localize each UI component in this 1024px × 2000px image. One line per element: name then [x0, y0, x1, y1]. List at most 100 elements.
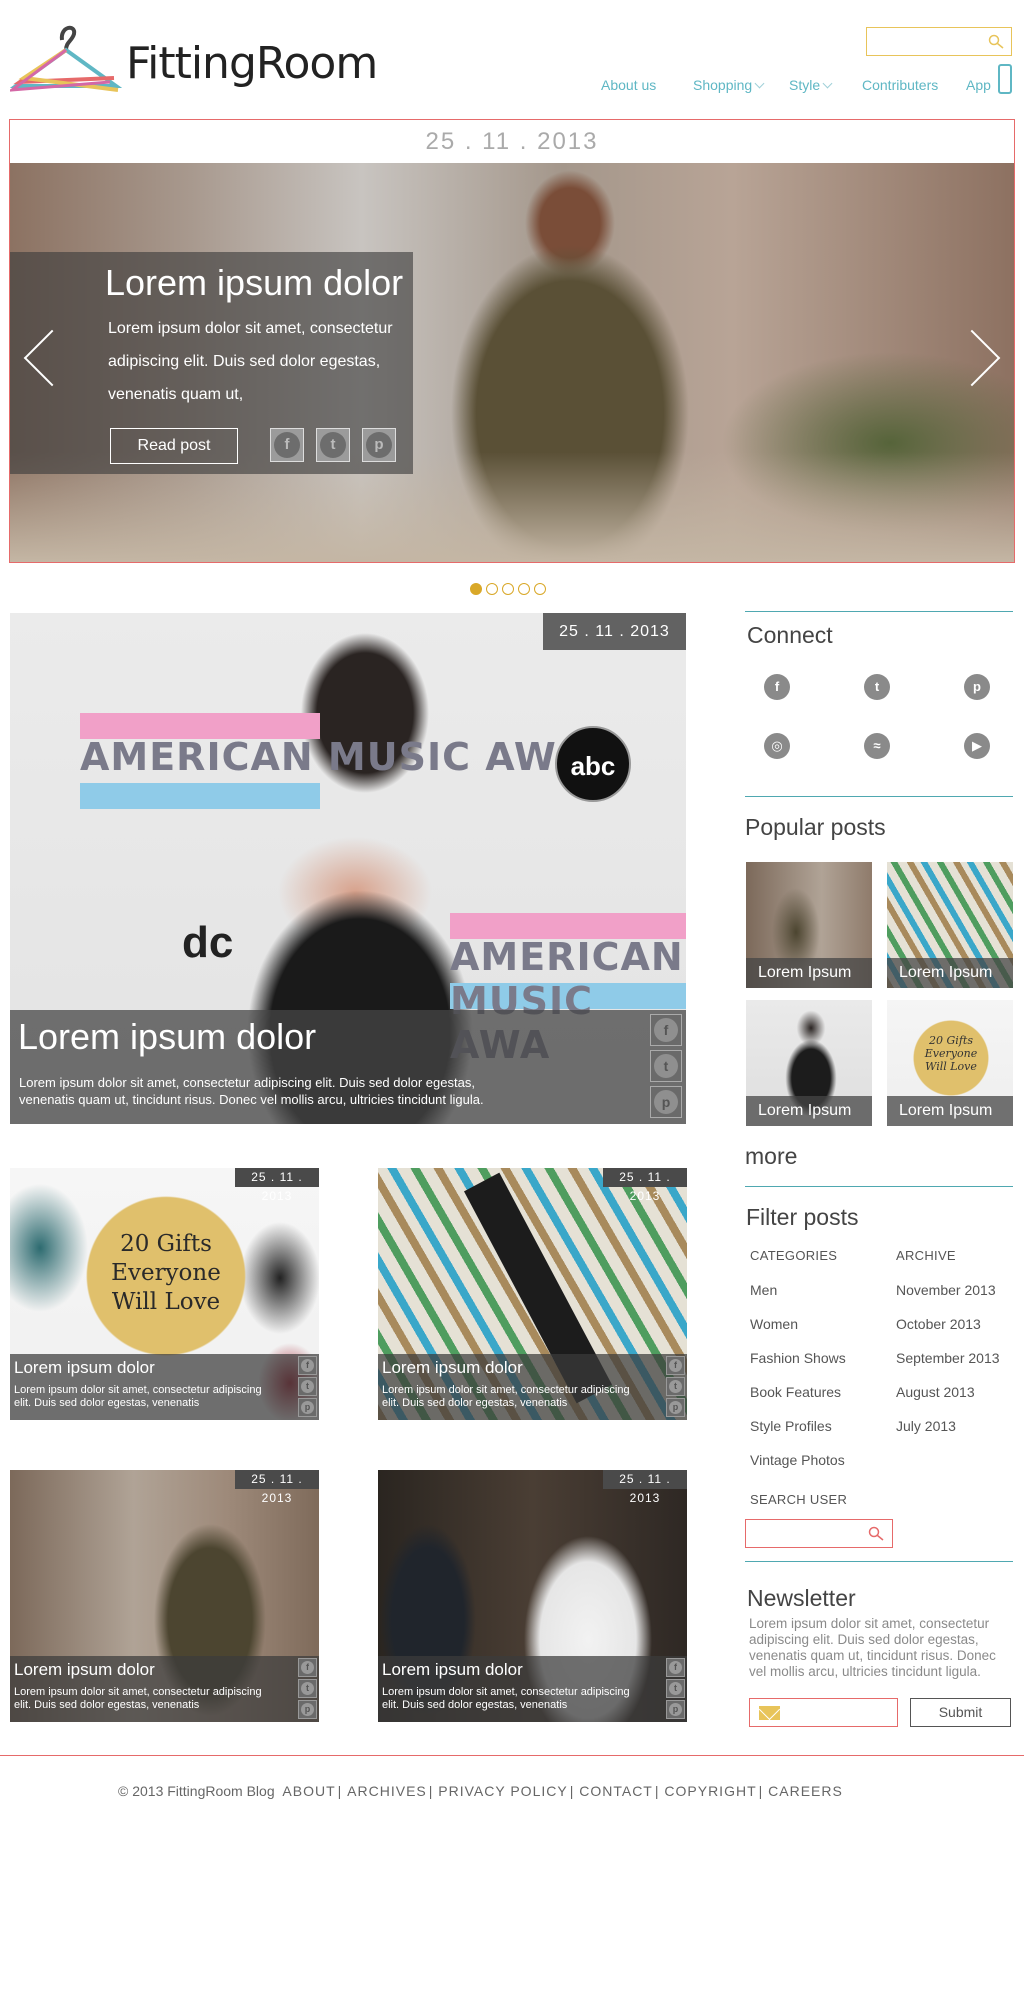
nav-style[interactable]: Style — [789, 77, 833, 93]
slide-dot-3[interactable] — [502, 583, 514, 595]
post-title[interactable]: Lorem ipsum dolor — [18, 1016, 316, 1058]
twitter-share-button[interactable]: t — [298, 1377, 317, 1396]
twitter-share-button[interactable]: t — [666, 1679, 685, 1698]
slide-dot-5[interactable] — [534, 583, 546, 595]
search-user-input[interactable] — [745, 1519, 893, 1548]
slide-dot-4[interactable] — [518, 583, 530, 595]
facebook-icon: f — [654, 1018, 678, 1042]
pinterest-share-button[interactable]: p — [650, 1086, 682, 1118]
archive-link[interactable]: November 2013 — [896, 1282, 996, 1298]
twitter-share-button[interactable]: t — [316, 428, 350, 462]
search-input[interactable] — [866, 27, 1012, 56]
pinterest-share-button[interactable]: p — [666, 1398, 685, 1417]
archive-header: ARCHIVE — [896, 1248, 956, 1263]
post-card[interactable]: 25 . 11 . 2013 Lorem ipsum dolor Lorem i… — [378, 1470, 687, 1722]
popular-post[interactable]: Lorem Ipsum — [746, 862, 872, 988]
slide-dots — [470, 582, 550, 596]
popular-post-label: Lorem Ipsum — [887, 958, 1013, 988]
newsletter-text: Lorem ipsum dolor sit amet, consectetur … — [749, 1616, 996, 1679]
divider — [745, 1186, 1013, 1187]
facebook-share-button[interactable]: f — [298, 1658, 317, 1677]
envelope-icon — [759, 1706, 780, 1720]
facebook-share-button[interactable]: f — [298, 1356, 317, 1375]
hero-date: 25 . 11 . 2013 — [10, 120, 1014, 163]
nav-shopping[interactable]: Shopping — [693, 77, 765, 93]
post-excerpt: Lorem ipsum dolor sit amet, consectetur … — [382, 1686, 630, 1711]
twitter-icon[interactable]: t — [864, 674, 890, 700]
popular-post[interactable]: Lorem Ipsum — [746, 1000, 872, 1126]
category-link[interactable]: Vintage Photos — [750, 1452, 845, 1468]
instagram-icon[interactable]: ◎ — [764, 733, 790, 759]
twitter-icon: t — [320, 432, 346, 458]
post-excerpt: Lorem ipsum dolor sit amet, consectetur … — [14, 1384, 262, 1409]
hero-title: Lorem ipsum dolor — [105, 262, 404, 303]
post-title[interactable]: Lorem ipsum dolor — [14, 1660, 155, 1680]
submit-button[interactable]: Submit — [910, 1698, 1011, 1727]
post-title[interactable]: Lorem ipsum dolor — [382, 1358, 523, 1378]
nav-contributers[interactable]: Contributers — [862, 77, 938, 93]
footer-link-careers[interactable]: CAREERS — [768, 1783, 843, 1799]
archive-link[interactable]: October 2013 — [896, 1316, 981, 1332]
search-icon[interactable] — [867, 1525, 885, 1543]
popular-post[interactable]: Lorem Ipsum — [887, 862, 1013, 988]
pinterest-share-button[interactable]: p — [298, 1398, 317, 1417]
pinterest-icon: p — [654, 1090, 678, 1114]
filter-posts-heading: Filter posts — [746, 1204, 859, 1230]
newsletter-email-field[interactable] — [749, 1698, 898, 1727]
next-slide-arrow-icon[interactable] — [943, 329, 1001, 387]
twitter-icon: t — [654, 1054, 678, 1078]
post-card[interactable]: 25 . 11 . 2013 Lorem ipsum dolor Lorem i… — [378, 1168, 687, 1420]
youtube-icon[interactable]: ▶ — [964, 733, 990, 759]
search-user-header: SEARCH USER — [750, 1492, 848, 1507]
featured-post[interactable]: AMERICAN MUSIC AW AMERICAN MUSIC AWA abc… — [10, 613, 686, 1124]
pinterest-share-button[interactable]: p — [666, 1700, 685, 1719]
footer-separator: | — [654, 1783, 659, 1799]
facebook-icon: f — [274, 432, 300, 458]
divider — [745, 611, 1013, 612]
archive-link[interactable]: July 2013 — [896, 1418, 956, 1434]
slide-dot-1[interactable] — [470, 583, 482, 595]
slide-dot-2[interactable] — [486, 583, 498, 595]
pinterest-share-button[interactable]: p — [362, 428, 396, 462]
nav-about-us[interactable]: About us — [601, 77, 656, 93]
nav-label: About us — [601, 77, 657, 93]
twitter-share-button[interactable]: t — [298, 1679, 317, 1698]
category-link[interactable]: Style Profiles — [750, 1418, 832, 1434]
rss-icon[interactable]: ≈ — [864, 733, 890, 759]
category-link[interactable]: Women — [750, 1316, 798, 1332]
post-card[interactable]: 20 Gifts Everyone Will Love 25 . 11 . 20… — [10, 1168, 319, 1420]
facebook-share-button[interactable]: f — [666, 1356, 685, 1375]
footer-separator: | — [758, 1783, 763, 1799]
archive-link[interactable]: August 2013 — [896, 1384, 975, 1400]
pinterest-icon[interactable]: p — [964, 674, 990, 700]
twitter-icon: t — [669, 1682, 682, 1695]
featured-caption: Lorem ipsum dolor Lorem ipsum dolor sit … — [10, 1010, 686, 1124]
footer-link-privacy-policy[interactable]: PRIVACY POLICY — [438, 1783, 567, 1799]
category-link[interactable]: Fashion Shows — [750, 1350, 846, 1366]
post-excerpt: Lorem ipsum dolor sit amet, consectetur … — [382, 1384, 630, 1409]
popular-post[interactable]: 20 Gifts Everyone Will Love Lorem Ipsum — [887, 1000, 1013, 1126]
search-icon[interactable] — [987, 33, 1005, 51]
footer-link-copyright[interactable]: COPYRIGHT — [664, 1783, 756, 1799]
post-card[interactable]: 25 . 11 . 2013 Lorem ipsum dolor Lorem i… — [10, 1470, 319, 1722]
post-title[interactable]: Lorem ipsum dolor — [14, 1358, 155, 1378]
read-post-button[interactable]: Read post — [110, 428, 238, 464]
archive-link[interactable]: September 2013 — [896, 1350, 1000, 1366]
post-title[interactable]: Lorem ipsum dolor — [382, 1660, 523, 1680]
facebook-share-button[interactable]: f — [666, 1658, 685, 1677]
footer-link-archives[interactable]: ARCHIVES — [347, 1783, 427, 1799]
category-link[interactable]: Men — [750, 1282, 777, 1298]
footer-link-contact[interactable]: CONTACT — [579, 1783, 653, 1799]
phone-icon[interactable] — [998, 64, 1012, 94]
facebook-share-button[interactable]: f — [270, 428, 304, 462]
footer-link-about[interactable]: ABOUT — [282, 1783, 335, 1799]
pinterest-share-button[interactable]: p — [298, 1700, 317, 1719]
facebook-icon[interactable]: f — [764, 674, 790, 700]
more-link[interactable]: more — [745, 1143, 797, 1170]
category-link[interactable]: Book Features — [750, 1384, 841, 1400]
facebook-share-button[interactable]: f — [650, 1014, 682, 1046]
twitter-share-button[interactable]: t — [666, 1377, 685, 1396]
twitter-share-button[interactable]: t — [650, 1050, 682, 1082]
nav-app[interactable]: App — [966, 77, 991, 93]
post-excerpt: Lorem ipsum dolor sit amet, consectetur … — [14, 1686, 262, 1711]
